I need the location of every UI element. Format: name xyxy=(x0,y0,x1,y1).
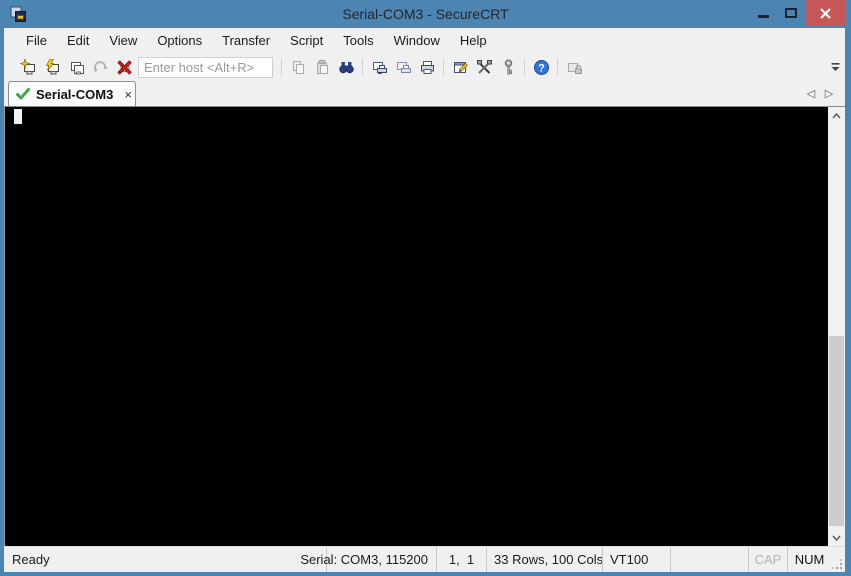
session-locked-button[interactable] xyxy=(562,55,586,79)
status-blank xyxy=(670,547,748,572)
status-caps-lock: CAP xyxy=(748,547,787,572)
toolbar: ? xyxy=(4,54,845,80)
copy-button[interactable] xyxy=(286,55,310,79)
menu-transfer[interactable]: Transfer xyxy=(212,28,280,54)
menu-file[interactable]: File xyxy=(16,28,57,54)
toolbar-overflow-icon xyxy=(831,63,840,71)
tab-bar: Serial-COM3 × ◁ ▷ xyxy=(4,80,845,106)
status-terminal-size: 33 Rows, 100 Cols xyxy=(486,547,603,572)
reconnect-icon xyxy=(93,60,107,72)
toolbar-separator xyxy=(362,58,363,76)
print-button[interactable] xyxy=(415,55,439,79)
connect-icon xyxy=(45,58,59,74)
resize-grip-icon xyxy=(832,559,842,569)
global-options-icon xyxy=(476,59,492,74)
maximize-button[interactable] xyxy=(778,0,804,26)
menu-edit[interactable]: Edit xyxy=(57,28,99,54)
key-agent-icon xyxy=(504,58,512,74)
close-icon xyxy=(820,7,831,19)
find-button[interactable] xyxy=(334,55,358,79)
minimize-button[interactable] xyxy=(750,0,776,26)
menu-help[interactable]: Help xyxy=(450,28,497,54)
vertical-scrollbar[interactable] xyxy=(828,107,845,546)
close-button[interactable] xyxy=(806,0,845,26)
menu-view[interactable]: View xyxy=(99,28,147,54)
menu-script[interactable]: Script xyxy=(280,28,333,54)
window-title: Serial-COM3 - SecureCRT xyxy=(342,6,509,22)
scroll-up-button[interactable] xyxy=(828,107,845,124)
print-echo-icon xyxy=(372,61,387,74)
print-icon xyxy=(420,60,434,74)
menu-tools[interactable]: Tools xyxy=(333,28,383,54)
session-locked-icon xyxy=(567,62,582,74)
quick-connect-icon xyxy=(19,58,35,74)
key-agent-button[interactable] xyxy=(496,55,520,79)
toolbar-separator xyxy=(524,58,525,76)
paste-icon xyxy=(316,59,328,74)
menu-window[interactable]: Window xyxy=(384,28,450,54)
terminal-screen[interactable] xyxy=(4,107,828,546)
menu-bar: File Edit View Options Transfer Script T… xyxy=(4,28,845,54)
help-icon: ? xyxy=(533,59,549,75)
print-setup-icon xyxy=(396,61,411,73)
terminal-area xyxy=(4,106,845,546)
maximize-icon xyxy=(785,8,797,18)
tab-label: Serial-COM3 xyxy=(36,86,114,102)
securecrt-window: Serial-COM3 - SecureCRT File Edit View O… xyxy=(0,0,851,576)
status-num-lock: NUM xyxy=(787,547,831,572)
minimize-icon xyxy=(757,14,769,18)
connected-check-icon xyxy=(16,88,30,100)
terminal-cursor xyxy=(14,109,22,124)
connect-in-tab-icon xyxy=(70,61,84,74)
resize-grip[interactable] xyxy=(831,547,845,572)
copy-icon xyxy=(292,60,304,74)
tab-close-icon[interactable]: × xyxy=(124,88,132,101)
reconnect-button[interactable] xyxy=(88,55,112,79)
tab-scroll-left-icon[interactable]: ◁ xyxy=(803,80,819,106)
find-icon xyxy=(338,61,354,73)
connect-button[interactable] xyxy=(40,55,64,79)
toolbar-separator xyxy=(281,58,282,76)
tab-scroll-right-icon[interactable]: ▷ xyxy=(821,80,837,106)
status-connection: Serial: COM3, 115200 xyxy=(300,547,436,572)
window-content: File Edit View Options Transfer Script T… xyxy=(4,28,845,572)
paste-button[interactable] xyxy=(310,55,334,79)
print-echo-button[interactable] xyxy=(367,55,391,79)
svg-text:?: ? xyxy=(538,62,545,74)
scrollbar-thumb[interactable] xyxy=(829,336,844,526)
menu-options[interactable]: Options xyxy=(147,28,212,54)
chevron-down-icon xyxy=(832,535,841,541)
session-options-icon xyxy=(453,61,468,73)
disconnect-icon xyxy=(116,59,132,75)
host-input[interactable] xyxy=(138,56,273,78)
chevron-up-icon xyxy=(832,112,841,118)
status-ready: Ready xyxy=(12,552,50,567)
disconnect-button[interactable] xyxy=(112,55,136,79)
connect-in-tab-button[interactable] xyxy=(64,55,88,79)
scroll-down-button[interactable] xyxy=(828,529,845,546)
toolbar-overflow-button[interactable] xyxy=(828,58,843,76)
quick-connect-button[interactable] xyxy=(16,55,40,79)
print-setup-button[interactable] xyxy=(391,55,415,79)
help-button[interactable]: ? xyxy=(529,55,553,79)
title-bar[interactable]: Serial-COM3 - SecureCRT xyxy=(0,0,851,28)
tab-serial-com3[interactable]: Serial-COM3 × xyxy=(8,81,136,106)
status-bar: Ready Serial: COM3, 115200 1, 1 33 Rows,… xyxy=(4,546,845,572)
status-cursor-position: 1, 1 xyxy=(436,547,486,572)
toolbar-separator xyxy=(557,58,558,76)
global-options-button[interactable] xyxy=(472,55,496,79)
toolbar-separator xyxy=(443,58,444,76)
session-options-button[interactable] xyxy=(448,55,472,79)
status-emulation: VT100 xyxy=(602,547,670,572)
